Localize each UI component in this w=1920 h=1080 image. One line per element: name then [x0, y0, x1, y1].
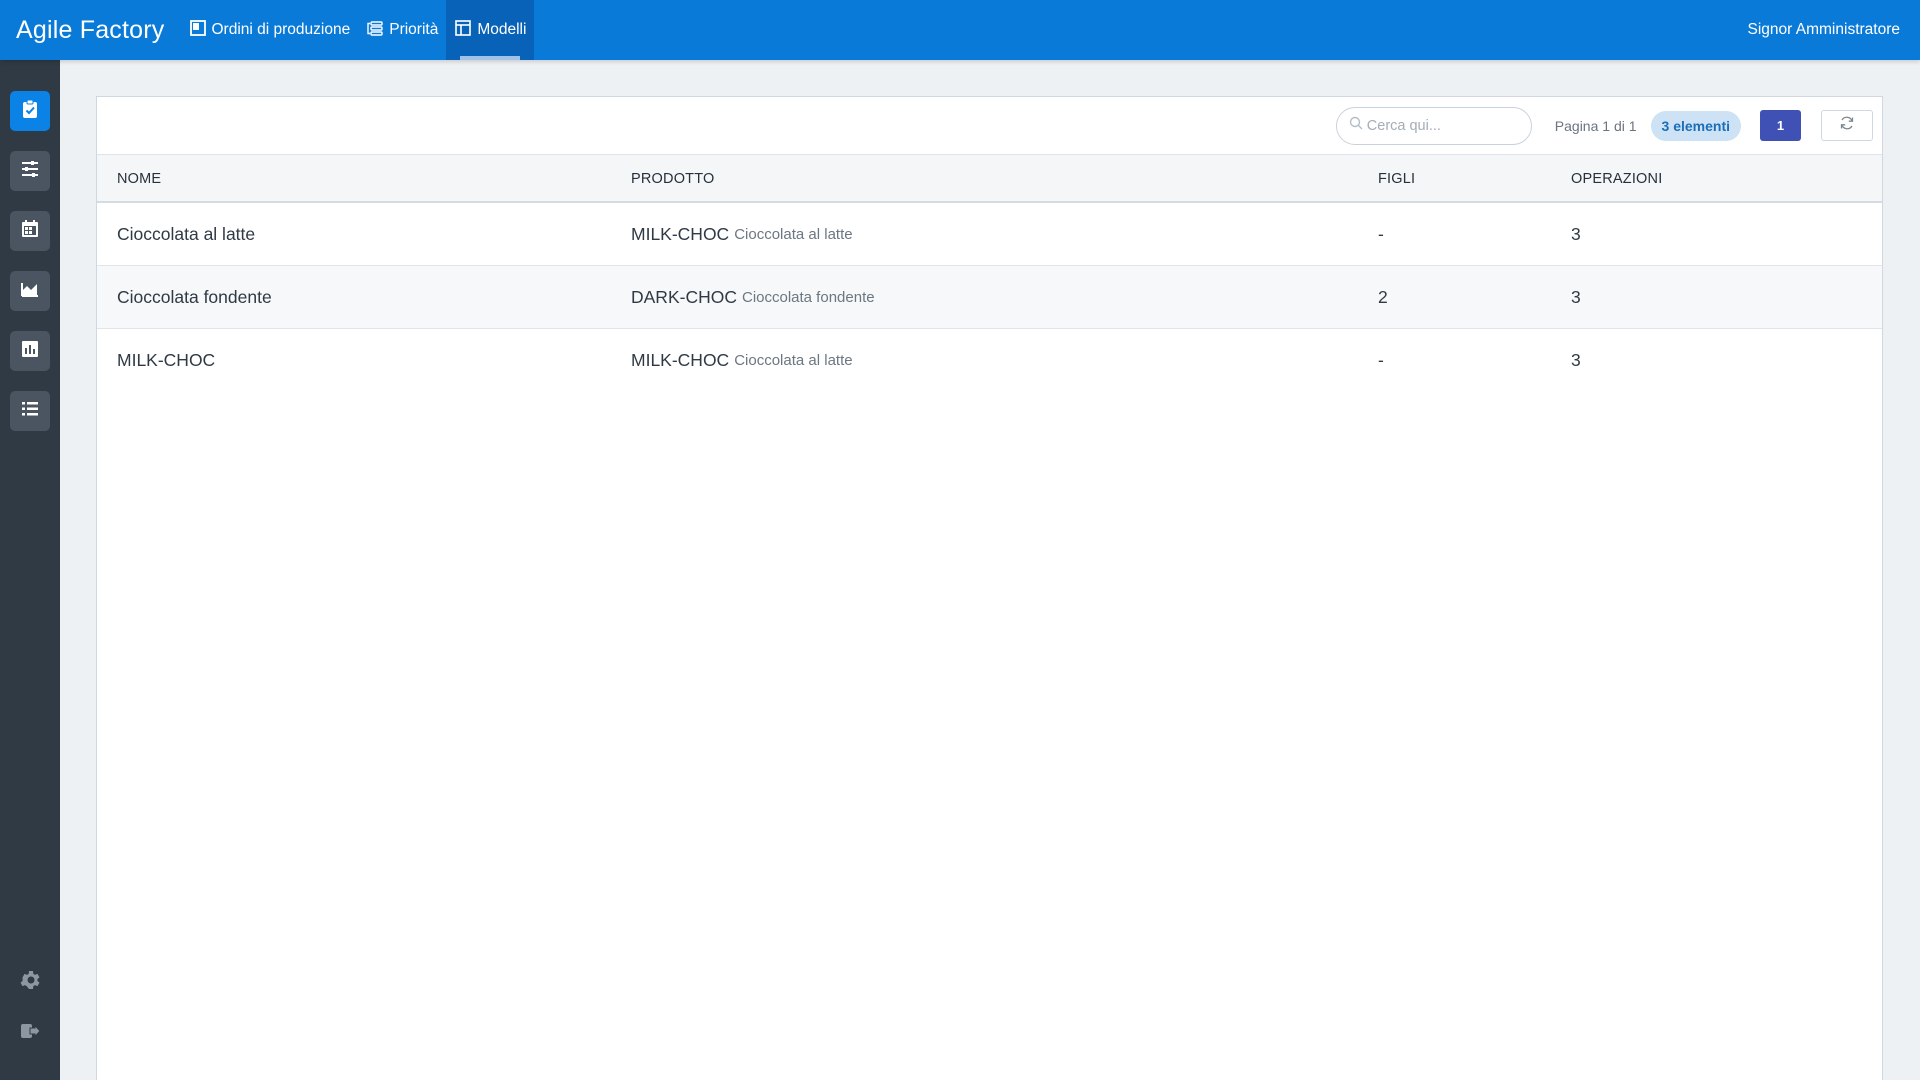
product-code: DARK-CHOC [631, 286, 737, 307]
table-toolbar: Pagina 1 di 1 3 elementi 1 [97, 97, 1882, 155]
pagination-info: Pagina 1 di 1 [1554, 117, 1637, 134]
table-header: NOME PRODOTTO FIGLI OPERAZIONI [97, 155, 1882, 203]
sliders-icon [19, 158, 41, 185]
product-code: MILK-CHOC [631, 223, 730, 244]
sidebar-item-settings-sliders[interactable] [10, 151, 50, 191]
priority-list-icon [366, 19, 384, 42]
product-name: Cioccolata al latte [734, 225, 853, 243]
table-row[interactable]: Cioccolata al latte MILK-CHOC Cioccolata… [97, 203, 1882, 266]
cell-figli: - [1378, 349, 1384, 370]
cell-figli: - [1378, 223, 1384, 244]
nav-label: Priorità [389, 21, 439, 38]
area-chart-icon [19, 278, 41, 305]
column-header-operazioni[interactable]: OPERAZIONI [1571, 155, 1662, 203]
cell-prodotto: MILK-CHOC Cioccolata al latte [631, 329, 853, 391]
table-row[interactable]: Cioccolata fondente DARK-CHOC Cioccolata… [97, 266, 1882, 329]
cell-operazioni: 3 [1571, 286, 1581, 307]
list-icon [19, 398, 41, 425]
gear-icon [18, 968, 42, 997]
sidebar-item-calendar[interactable] [10, 211, 50, 251]
calendar-icon [19, 218, 41, 245]
cell-figli: 2 [1378, 286, 1388, 307]
refresh-icon [1839, 115, 1855, 136]
nav-label: Ordini di produzione [211, 21, 351, 38]
cell-nome: Cioccolata al latte [117, 223, 256, 244]
logout-icon [18, 1019, 42, 1048]
cell-operazioni: 3 [1571, 223, 1581, 244]
nav-label: Modelli [477, 21, 527, 38]
column-header-figli[interactable]: FIGLI [1378, 155, 1415, 203]
layout-template-icon [454, 19, 472, 42]
main-nav: Ordini di produzione Priorità Modelli [181, 0, 535, 60]
sidebar-item-area-chart[interactable] [10, 271, 50, 311]
column-header-prodotto[interactable]: PRODOTTO [631, 155, 715, 203]
search-icon [1349, 116, 1363, 135]
sidebar [0, 60, 60, 1080]
column-header-nome[interactable]: NOME [117, 155, 161, 203]
product-name: Cioccolata al latte [734, 351, 853, 369]
product-name: Cioccolata fondente [741, 288, 875, 306]
cell-prodotto: MILK-CHOC Cioccolata al latte [631, 203, 853, 265]
nav-modelli[interactable]: Modelli [446, 0, 535, 60]
search-input[interactable] [1366, 117, 1527, 134]
bar-chart-icon [19, 338, 41, 365]
page-1-button[interactable]: 1 [1760, 110, 1801, 141]
cell-nome: MILK-CHOC [117, 349, 216, 370]
count-badge: 3 elementi [1650, 110, 1741, 141]
refresh-button[interactable] [1821, 110, 1873, 141]
cell-nome: Cioccolata fondente [117, 286, 272, 307]
sidebar-item-logout[interactable] [14, 1017, 46, 1049]
app-title[interactable]: Agile Factory [0, 16, 181, 45]
nav-ordini-di-produzione[interactable]: Ordini di produzione [181, 0, 359, 60]
sidebar-item-list[interactable] [10, 391, 50, 431]
nav-priorita[interactable]: Priorità [358, 0, 446, 60]
sidebar-item-production-orders[interactable] [10, 91, 50, 131]
sidebar-item-bar-chart[interactable] [10, 331, 50, 371]
sidebar-item-settings[interactable] [14, 966, 46, 998]
cell-operazioni: 3 [1571, 349, 1581, 370]
models-panel: Pagina 1 di 1 3 elementi 1 NOME PRODOTTO… [96, 96, 1883, 1080]
search-box[interactable] [1335, 106, 1532, 145]
top-bar: Agile Factory Ordini di produzione Prior… [0, 0, 1920, 60]
user-menu[interactable]: Signor Amministratore [1748, 21, 1920, 39]
cell-prodotto: DARK-CHOC Cioccolata fondente [631, 266, 875, 328]
clipboard-check-icon [19, 98, 41, 125]
product-code: MILK-CHOC [631, 349, 730, 370]
board-icon [189, 19, 207, 42]
table-row[interactable]: MILK-CHOC MILK-CHOC Cioccolata al latte … [97, 329, 1882, 392]
